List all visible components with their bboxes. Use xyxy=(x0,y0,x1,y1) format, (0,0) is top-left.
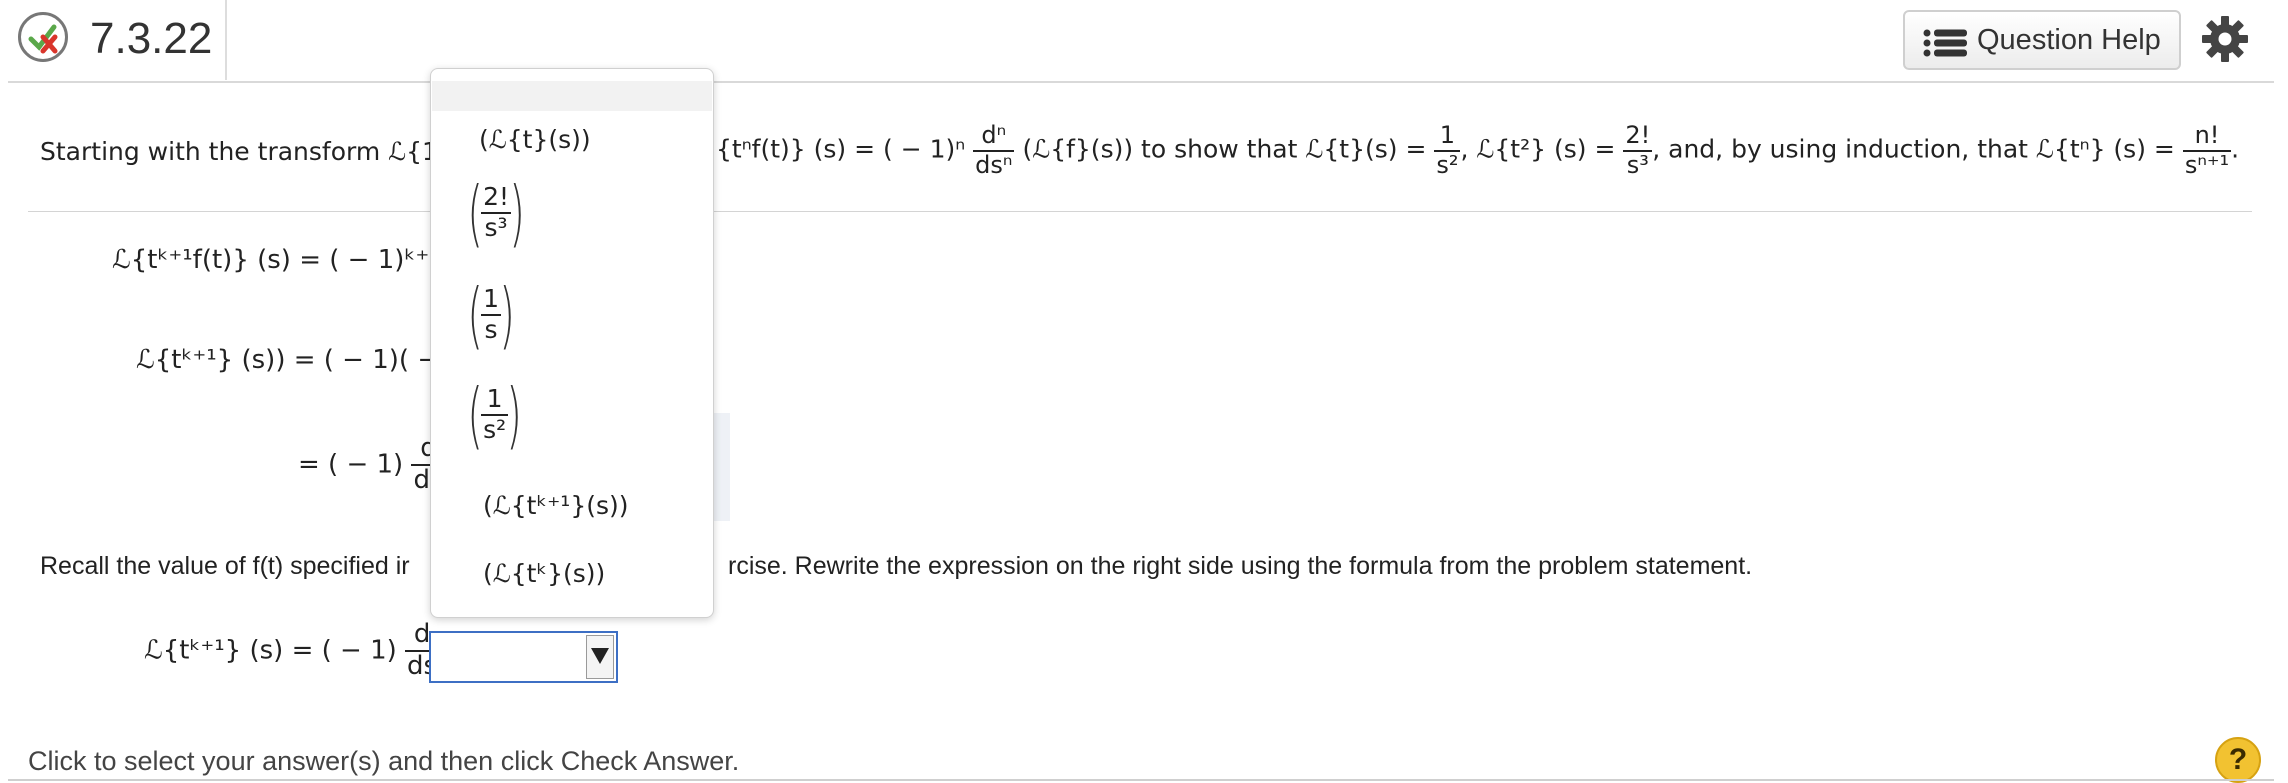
equation-row-3: = ( − 1) d ds xyxy=(298,433,446,495)
header-rule xyxy=(8,81,2274,83)
statement-formula: {tⁿf(t)} (s) = ( − 1)ⁿ dⁿ dsⁿ (ℒ{f}(s)) t… xyxy=(716,121,2240,179)
answer-dropdown-menu: (ℒ{t}(s)) (2! s³) (1 s) (1 s²) (ℒ{tᵏ⁺¹}(s))… xyxy=(430,68,714,618)
gear-icon[interactable] xyxy=(2200,14,2250,64)
footer-rule xyxy=(8,779,2274,781)
equation-row-1: ℒ{tᵏ⁺¹f(t)} (s) = ( − 1)ᵏ⁺ xyxy=(112,245,430,275)
equation-row-2: ℒ{tᵏ⁺¹} (s)) = ( − 1)( − xyxy=(136,345,440,375)
option-one-over-s[interactable]: (1 s) xyxy=(467,279,514,351)
option-laplace-t[interactable]: (ℒ{t}(s)) xyxy=(479,125,591,154)
question-id: 7.3.22 xyxy=(90,14,213,63)
partially-correct-status-icon xyxy=(18,12,68,62)
option-two-factorial-over-s-cubed[interactable]: (2! s³) xyxy=(467,177,524,249)
help-icon[interactable]: ? xyxy=(2215,737,2261,783)
statement-rule xyxy=(28,211,2252,212)
answer-select[interactable] xyxy=(429,631,618,683)
header-divider xyxy=(225,0,227,80)
recall-text-continued: rcise. Rewrite the expression on the rig… xyxy=(728,552,1753,580)
question-help-button[interactable]: Question Help xyxy=(1903,10,2181,70)
option-laplace-t-k[interactable]: (ℒ{tᵏ}(s)) xyxy=(483,559,605,588)
dropdown-arrow-icon[interactable] xyxy=(586,635,614,679)
question-help-label: Question Help xyxy=(1977,24,2161,56)
recall-text: Recall the value of f(t) specified ir xyxy=(40,552,410,580)
list-icon xyxy=(1923,29,1967,57)
equation-row-4: ℒ{tᵏ⁺¹} (s) = ( − 1) d ds xyxy=(144,619,440,681)
option-laplace-t-k-plus-1[interactable]: (ℒ{tᵏ⁺¹}(s)) xyxy=(483,491,629,520)
blank-option[interactable] xyxy=(432,81,712,111)
option-one-over-s-squared[interactable]: (1 s²) xyxy=(467,379,522,451)
statement-intro: Starting with the transform ℒ{1}(s xyxy=(40,137,477,166)
footer-instruction: Click to select your answer(s) and then … xyxy=(28,746,740,776)
